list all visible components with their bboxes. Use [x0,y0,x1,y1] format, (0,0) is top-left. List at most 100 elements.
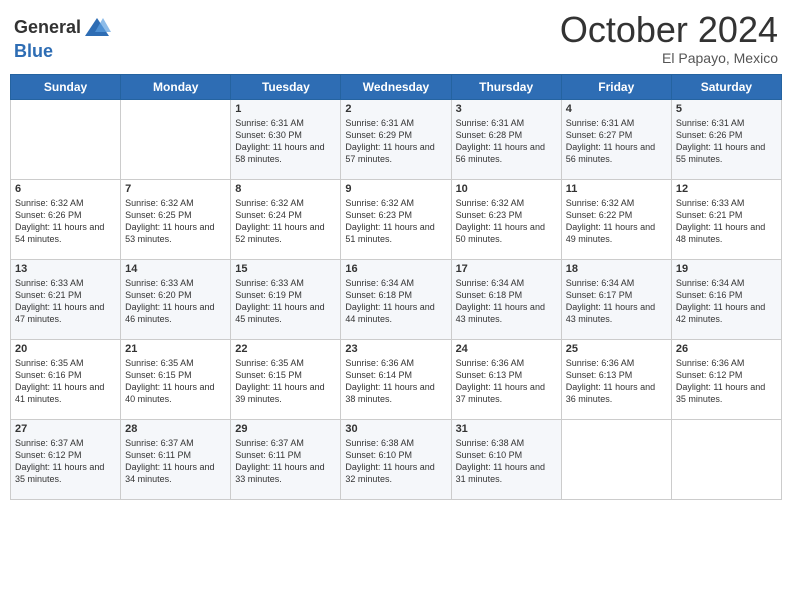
day-number: 14 [125,263,226,275]
day-number: 20 [15,343,116,355]
day-number: 7 [125,183,226,195]
cell-details: Sunrise: 6:34 AMSunset: 6:18 PMDaylight:… [345,277,446,326]
day-number: 18 [566,263,667,275]
title-block: October 2024 El Papayo, Mexico [560,10,778,66]
calendar-cell: 14Sunrise: 6:33 AMSunset: 6:20 PMDayligh… [121,259,231,339]
cell-details: Sunrise: 6:31 AMSunset: 6:26 PMDaylight:… [676,117,777,166]
cell-details: Sunrise: 6:32 AMSunset: 6:23 PMDaylight:… [456,197,557,246]
calendar-table: SundayMondayTuesdayWednesdayThursdayFrid… [10,74,782,500]
day-number: 22 [235,343,336,355]
cell-details: Sunrise: 6:31 AMSunset: 6:30 PMDaylight:… [235,117,336,166]
cell-details: Sunrise: 6:32 AMSunset: 6:26 PMDaylight:… [15,197,116,246]
calendar-cell [561,419,671,499]
calendar-cell: 5 Sunrise: 6:31 AMSunset: 6:26 PMDaylight… [671,99,781,179]
day-number: 19 [676,263,777,275]
day-number: 15 [235,263,336,275]
cell-details: Sunrise: 6:37 AMSunset: 6:11 PMDaylight:… [125,437,226,486]
day-number: 24 [456,343,557,355]
calendar-cell: 29 Sunrise: 6:37 AMSunset: 6:11 PMDayligh… [231,419,341,499]
calendar-cell: 20 Sunrise: 6:35 AMSunset: 6:16 PMDayligh… [11,339,121,419]
week-row-3: 13 Sunrise: 6:33 AMSunset: 6:21 PMDayligh… [11,259,782,339]
day-number: 2 [345,103,446,115]
cell-details: Sunrise: 6:36 AMSunset: 6:14 PMDaylight:… [345,357,446,406]
cell-details: Sunrise: 6:36 AMSunset: 6:12 PMDaylight:… [676,357,777,406]
header-row: SundayMondayTuesdayWednesdayThursdayFrid… [11,74,782,99]
cell-details: Sunrise: 6:32 AMSunset: 6:24 PMDaylight:… [235,197,336,246]
calendar-cell: 28 Sunrise: 6:37 AMSunset: 6:11 PMDayligh… [121,419,231,499]
week-row-5: 27Sunrise: 6:37 AMSunset: 6:12 PMDayligh… [11,419,782,499]
calendar-cell: 2Sunrise: 6:31 AMSunset: 6:29 PMDaylight… [341,99,451,179]
cell-details: Sunrise: 6:34 AMSunset: 6:17 PMDaylight:… [566,277,667,326]
cell-details: Sunrise: 6:33 AMSunset: 6:21 PMDaylight:… [676,197,777,246]
calendar-cell: 23 Sunrise: 6:36 AMSunset: 6:14 PMDayligh… [341,339,451,419]
calendar-cell: 21 Sunrise: 6:35 AMSunset: 6:15 PMDayligh… [121,339,231,419]
calendar-cell: 16Sunrise: 6:34 AMSunset: 6:18 PMDayligh… [341,259,451,339]
day-number: 31 [456,423,557,435]
header-day-monday: Monday [121,74,231,99]
calendar-cell: 19Sunrise: 6:34 AMSunset: 6:16 PMDayligh… [671,259,781,339]
calendar-cell: 11 Sunrise: 6:32 AMSunset: 6:22 PMDayligh… [561,179,671,259]
header-day-tuesday: Tuesday [231,74,341,99]
header-day-saturday: Saturday [671,74,781,99]
cell-details: Sunrise: 6:33 AMSunset: 6:19 PMDaylight:… [235,277,336,326]
day-number: 23 [345,343,446,355]
calendar-cell: 7 Sunrise: 6:32 AMSunset: 6:25 PMDaylight… [121,179,231,259]
cell-details: Sunrise: 6:38 AMSunset: 6:10 PMDaylight:… [345,437,446,486]
logo: General Blue [14,14,111,62]
header-day-thursday: Thursday [451,74,561,99]
calendar-cell: 15 Sunrise: 6:33 AMSunset: 6:19 PMDayligh… [231,259,341,339]
day-number: 11 [566,183,667,195]
calendar-cell: 10 Sunrise: 6:32 AMSunset: 6:23 PMDayligh… [451,179,561,259]
day-number: 28 [125,423,226,435]
day-number: 6 [15,183,116,195]
day-number: 30 [345,423,446,435]
calendar-cell: 6 Sunrise: 6:32 AMSunset: 6:26 PMDaylight… [11,179,121,259]
day-number: 21 [125,343,226,355]
cell-details: Sunrise: 6:37 AMSunset: 6:11 PMDaylight:… [235,437,336,486]
cell-details: Sunrise: 6:36 AMSunset: 6:13 PMDaylight:… [566,357,667,406]
cell-details: Sunrise: 6:32 AMSunset: 6:22 PMDaylight:… [566,197,667,246]
cell-details: Sunrise: 6:37 AMSunset: 6:12 PMDaylight:… [15,437,116,486]
cell-details: Sunrise: 6:32 AMSunset: 6:25 PMDaylight:… [125,197,226,246]
calendar-cell: 27Sunrise: 6:37 AMSunset: 6:12 PMDayligh… [11,419,121,499]
day-number: 29 [235,423,336,435]
calendar-cell: 22 Sunrise: 6:35 AMSunset: 6:15 PMDayligh… [231,339,341,419]
calendar-cell: 13 Sunrise: 6:33 AMSunset: 6:21 PMDayligh… [11,259,121,339]
calendar-cell: 4 Sunrise: 6:31 AMSunset: 6:27 PMDaylight… [561,99,671,179]
day-number: 17 [456,263,557,275]
cell-details: Sunrise: 6:35 AMSunset: 6:15 PMDaylight:… [125,357,226,406]
day-number: 5 [676,103,777,115]
logo-general-text: General [14,18,81,38]
calendar-header: SundayMondayTuesdayWednesdayThursdayFrid… [11,74,782,99]
week-row-4: 20 Sunrise: 6:35 AMSunset: 6:16 PMDayligh… [11,339,782,419]
cell-details: Sunrise: 6:31 AMSunset: 6:27 PMDaylight:… [566,117,667,166]
cell-details: Sunrise: 6:31 AMSunset: 6:28 PMDaylight:… [456,117,557,166]
day-number: 4 [566,103,667,115]
calendar-cell [671,419,781,499]
month-title: October 2024 [560,10,778,50]
calendar-cell [121,99,231,179]
day-number: 25 [566,343,667,355]
day-number: 10 [456,183,557,195]
header-day-sunday: Sunday [11,74,121,99]
cell-details: Sunrise: 6:33 AMSunset: 6:21 PMDaylight:… [15,277,116,326]
calendar-cell: 3Sunrise: 6:31 AMSunset: 6:28 PMDaylight… [451,99,561,179]
calendar-cell [11,99,121,179]
calendar-cell: 1Sunrise: 6:31 AMSunset: 6:30 PMDaylight… [231,99,341,179]
cell-details: Sunrise: 6:34 AMSunset: 6:18 PMDaylight:… [456,277,557,326]
header-day-friday: Friday [561,74,671,99]
calendar-cell: 12Sunrise: 6:33 AMSunset: 6:21 PMDayligh… [671,179,781,259]
cell-details: Sunrise: 6:38 AMSunset: 6:10 PMDaylight:… [456,437,557,486]
header-day-wednesday: Wednesday [341,74,451,99]
cell-details: Sunrise: 6:35 AMSunset: 6:16 PMDaylight:… [15,357,116,406]
calendar-cell: 26Sunrise: 6:36 AMSunset: 6:12 PMDayligh… [671,339,781,419]
calendar-cell: 30 Sunrise: 6:38 AMSunset: 6:10 PMDayligh… [341,419,451,499]
day-number: 13 [15,263,116,275]
cell-details: Sunrise: 6:35 AMSunset: 6:15 PMDaylight:… [235,357,336,406]
week-row-1: 1Sunrise: 6:31 AMSunset: 6:30 PMDaylight… [11,99,782,179]
calendar-cell: 9Sunrise: 6:32 AMSunset: 6:23 PMDaylight… [341,179,451,259]
calendar-cell: 31 Sunrise: 6:38 AMSunset: 6:10 PMDayligh… [451,419,561,499]
location-text: El Papayo, Mexico [560,50,778,66]
cell-details: Sunrise: 6:36 AMSunset: 6:13 PMDaylight:… [456,357,557,406]
week-row-2: 6 Sunrise: 6:32 AMSunset: 6:26 PMDaylight… [11,179,782,259]
